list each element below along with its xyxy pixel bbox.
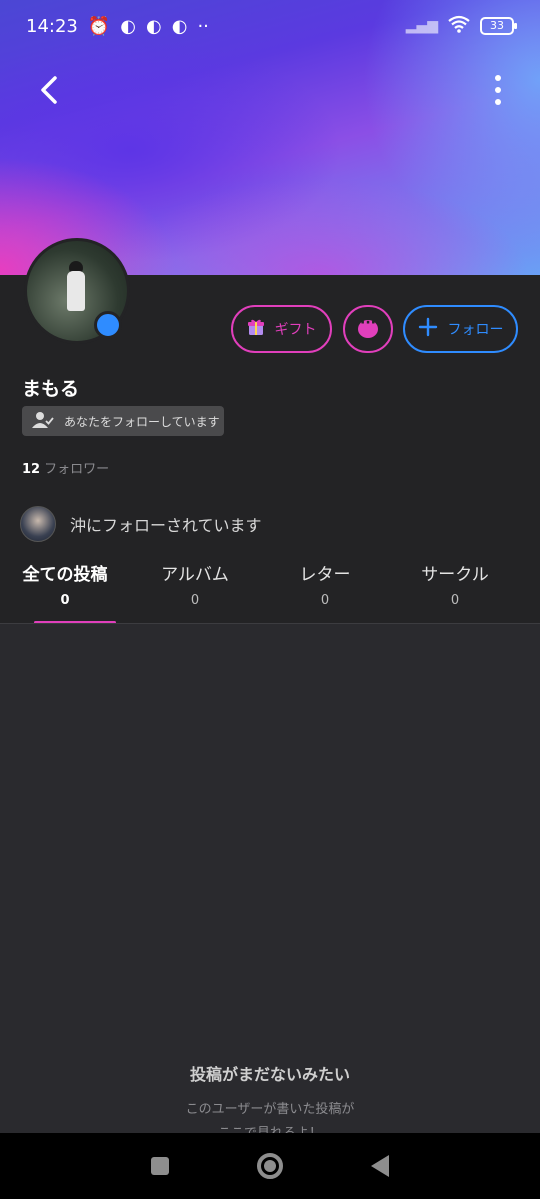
empty-state-title: 投稿がまだないみたい xyxy=(189,1065,350,1084)
battery-indicator: 33 xyxy=(480,17,517,35)
tab-count: 0 xyxy=(450,593,460,608)
notification-icon: ◐ xyxy=(120,15,137,37)
signal-icon: ▂▄▆ xyxy=(405,18,438,34)
gift-button-label: ギフト xyxy=(274,322,317,338)
more-dots-icon xyxy=(495,75,501,81)
back-arrow-icon xyxy=(41,76,57,104)
tab-label: レター xyxy=(299,565,351,585)
message-button[interactable] xyxy=(343,305,393,353)
follow-button[interactable]: フォロー xyxy=(403,305,518,353)
home-icon[interactable] xyxy=(257,1153,283,1179)
tabs-divider xyxy=(0,623,540,624)
follow-button-label: フォロー xyxy=(447,322,504,338)
back-triangle-icon[interactable] xyxy=(371,1155,389,1177)
notification-icon: ◐ xyxy=(171,15,188,37)
profile-tabs: 全ての投稿 0 アルバム 0 レター 0 サークル 0 xyxy=(0,560,540,624)
tab-album[interactable]: アルバム 0 xyxy=(130,560,260,624)
user-check-icon xyxy=(32,411,54,432)
follower-count-value: 12 xyxy=(22,462,41,477)
chat-bubble-icon xyxy=(358,315,378,338)
follower-label: フォロワー xyxy=(44,462,110,477)
tab-label: アルバム xyxy=(161,565,229,585)
more-notifications-icon: ·· xyxy=(197,15,209,37)
follows-you-badge: あなたをフォローしています xyxy=(22,406,224,436)
empty-state-line: このユーザーが書いた投稿が xyxy=(185,1102,355,1117)
system-navigation-bar xyxy=(0,1133,540,1199)
follows-you-label: あなたをフォローしています xyxy=(64,414,220,429)
more-options-button[interactable] xyxy=(478,70,518,110)
mutual-follow-row[interactable]: 沖にフォローされています xyxy=(20,506,262,542)
alarm-icon: ⏰ xyxy=(87,15,111,37)
profile-username: まもる xyxy=(22,378,80,400)
tab-count: 0 xyxy=(60,593,70,608)
status-time: 14:23 xyxy=(26,15,78,37)
mutual-follow-text: 沖にフォローされています xyxy=(70,516,262,535)
tab-count: 0 xyxy=(320,593,330,608)
mutual-follower-avatar xyxy=(20,506,56,542)
follower-count[interactable]: 12 フォロワー xyxy=(22,458,109,477)
gift-icon xyxy=(247,318,265,340)
notification-icon: ◐ xyxy=(146,15,162,37)
status-bar: 14:23 ⏰ ◐ ◐ ◐ ·· ▂▄▆ 33 xyxy=(0,0,540,52)
tab-label: サークル xyxy=(421,565,489,585)
tab-all-posts[interactable]: 全ての投稿 0 xyxy=(0,560,130,624)
wifi-icon xyxy=(448,15,470,38)
tab-letter[interactable]: レター 0 xyxy=(260,560,390,624)
online-status-indicator xyxy=(94,311,122,339)
gift-button[interactable]: ギフト xyxy=(231,305,332,353)
back-button[interactable] xyxy=(30,70,70,110)
plus-icon xyxy=(418,317,438,341)
tab-circle[interactable]: サークル 0 xyxy=(390,560,520,624)
tab-label: 全ての投稿 xyxy=(22,565,108,585)
tab-count: 0 xyxy=(190,593,200,608)
recent-apps-icon[interactable] xyxy=(151,1157,169,1175)
